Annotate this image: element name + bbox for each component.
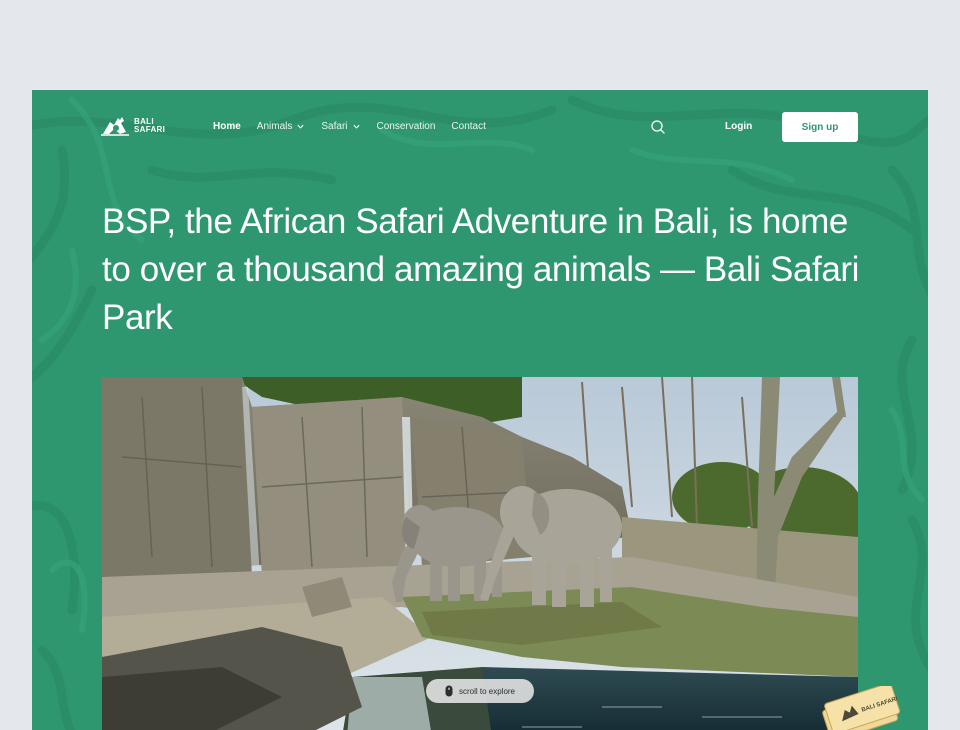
brand-line2: SAFARI [134,125,166,134]
chevron-down-icon [352,124,360,129]
nav-contact-label: Contact [451,121,486,132]
nav-item-home[interactable]: Home [213,121,241,132]
scroll-to-explore[interactable]: scroll to explore [426,679,534,703]
brand-name: BALI SAFARI [134,118,170,134]
elephants-enclosure-illustration [102,377,858,730]
landing-page: BALI SAFARI Home Animals Safari Conserva… [32,90,928,730]
chevron-down-icon [297,124,304,129]
giraffe-logo-icon [101,117,129,136]
nav-safari-label: Safari [321,121,348,132]
nav-conservation-label: Conservation [376,121,436,132]
nav-home-label: Home [213,121,241,132]
search-icon[interactable] [650,119,666,135]
brand-logo[interactable]: BALI SAFARI [100,114,170,138]
nav-item-conservation[interactable]: Conservation [377,121,436,132]
nav-item-animals[interactable]: Animals [257,121,306,132]
top-navigation: BALI SAFARI Home Animals Safari Conserva… [32,90,928,164]
scroll-label: scroll to explore [458,686,516,696]
login-link[interactable]: Login [725,121,752,132]
hero-headline: BSP, the African Safari Adventure in Bal… [102,202,860,337]
ticket-icon[interactable]: BALI SAFARI [812,686,904,730]
main-menu: Home Animals Safari Conservation Contact [213,121,502,132]
nav-item-contact[interactable]: Contact [451,121,485,132]
hero-image [102,377,858,730]
nav-item-safari[interactable]: Safari [321,121,360,132]
nav-animals-label: Animals [256,121,293,132]
signup-button[interactable]: Sign up [782,112,858,142]
mouse-scroll-icon [445,685,453,697]
